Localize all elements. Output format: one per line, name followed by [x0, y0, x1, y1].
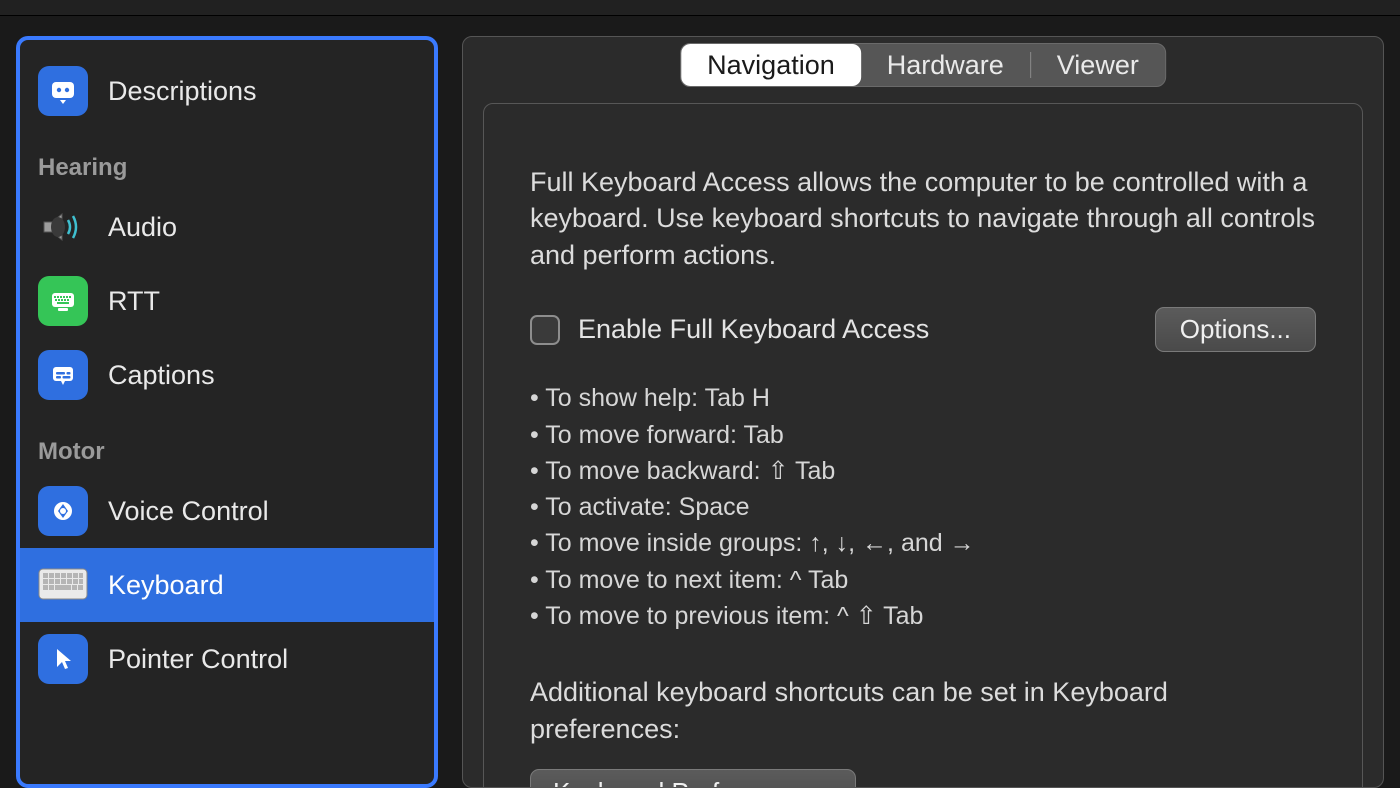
settings-group: Full Keyboard Access allows the computer… — [483, 103, 1363, 788]
shortcut-item: To activate: Space — [530, 489, 1316, 525]
sidebar-item-label: Descriptions — [108, 76, 257, 107]
sidebar: Descriptions Hearing Audio — [16, 36, 438, 788]
window-titlebar — [0, 0, 1400, 16]
tab-label: Viewer — [1057, 50, 1139, 81]
main-pane: Navigation Hardware Viewer Full Keyboard… — [462, 36, 1384, 788]
descriptions-icon — [38, 66, 88, 116]
sidebar-item-pointer-control[interactable]: Pointer Control — [20, 622, 434, 696]
shortcut-list: To show help: Tab H To move forward: Tab… — [530, 380, 1316, 634]
tab-label: Hardware — [887, 50, 1004, 81]
sidebar-item-label: Keyboard — [108, 570, 224, 601]
tab-hardware[interactable]: Hardware — [861, 44, 1030, 86]
sidebar-item-label: Captions — [108, 360, 215, 391]
enable-full-keyboard-label: Enable Full Keyboard Access — [578, 314, 929, 345]
sidebar-item-label: Voice Control — [108, 496, 269, 527]
enable-full-keyboard-checkbox[interactable] — [530, 315, 560, 345]
keyboard-icon — [38, 560, 88, 610]
sidebar-item-descriptions[interactable]: Descriptions — [20, 54, 434, 128]
sidebar-item-voice-control[interactable]: Voice Control — [20, 474, 434, 548]
sidebar-item-captions[interactable]: Captions — [20, 338, 434, 412]
preferences-window: Descriptions Hearing Audio — [0, 16, 1400, 788]
keyboard-preferences-button[interactable]: Keyboard Preferences... — [530, 769, 856, 788]
additional-text: Additional keyboard shortcuts can be set… — [530, 674, 1316, 747]
sidebar-section-hearing: Hearing — [20, 128, 434, 190]
sidebar-item-keyboard[interactable]: Keyboard — [20, 548, 434, 622]
sidebar-item-audio[interactable]: Audio — [20, 190, 434, 264]
captions-icon — [38, 350, 88, 400]
tab-bar: Navigation Hardware Viewer — [483, 45, 1363, 93]
sidebar-item-rtt[interactable]: RTT — [20, 264, 434, 338]
shortcut-item: To move backward: ⇧ Tab — [530, 453, 1316, 489]
pointer-control-icon — [38, 634, 88, 684]
tab-label: Navigation — [707, 50, 835, 81]
sidebar-item-label: RTT — [108, 286, 160, 317]
description-text: Full Keyboard Access allows the computer… — [530, 164, 1316, 273]
rtt-icon — [38, 276, 88, 326]
shortcut-item: To move to next item: ^ Tab — [530, 562, 1316, 598]
shortcut-item: To move forward: Tab — [530, 417, 1316, 453]
shortcut-item: To move to previous item: ^ ⇧ Tab — [530, 598, 1316, 634]
voice-control-icon — [38, 486, 88, 536]
shortcut-item: To show help: Tab H — [530, 380, 1316, 416]
options-button[interactable]: Options... — [1155, 307, 1316, 352]
shortcut-item: To move inside groups: ↑, ↓, ←, and → — [530, 525, 1316, 561]
sidebar-item-label: Pointer Control — [108, 644, 288, 675]
tab-navigation[interactable]: Navigation — [681, 44, 861, 86]
audio-icon — [38, 202, 88, 252]
tab-viewer[interactable]: Viewer — [1031, 44, 1165, 86]
enable-row: Enable Full Keyboard Access Options... — [530, 307, 1316, 352]
sidebar-item-label: Audio — [108, 212, 177, 243]
sidebar-section-motor: Motor — [20, 412, 434, 474]
